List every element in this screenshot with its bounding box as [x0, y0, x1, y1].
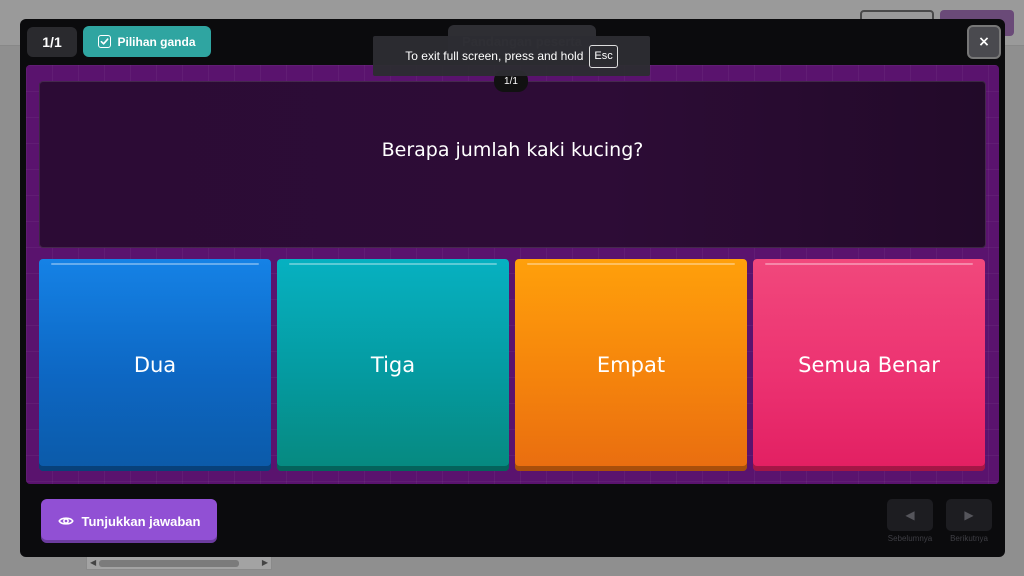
next-icon: ▶	[964, 508, 974, 522]
question-type-badge: Pilihan ganda	[83, 26, 211, 57]
close-button[interactable]: ×	[967, 25, 1001, 59]
close-icon: ×	[978, 34, 990, 50]
question-card: Berapa jumlah kaki kucing?	[39, 81, 986, 248]
scroll-left-icon: ◀	[90, 558, 97, 567]
next-button[interactable]: ▶	[946, 499, 992, 531]
presentation-modal: 1/1 Pilihan ganda Pandangan peserta To e…	[20, 19, 1005, 557]
checkbox-icon	[98, 35, 112, 48]
answer-label: Dua	[133, 353, 177, 377]
show-answer-button[interactable]: Tunjukkan jawaban	[41, 499, 217, 543]
fullscreen-toast-message: To exit full screen, press and hold	[405, 49, 584, 63]
esc-key: Esc	[589, 44, 618, 68]
previous-nav: ◀ Sebelumnya	[882, 499, 938, 543]
previous-icon: ◀	[905, 508, 915, 522]
scroll-right-icon: ▶	[261, 558, 268, 567]
show-answer-label: Tunjukkan jawaban	[81, 513, 201, 529]
next-label: Berikutnya	[950, 534, 988, 543]
quiz-stage: 1/1 Berapa jumlah kaki kucing? Dua Tiga …	[26, 65, 999, 484]
background-scrollbar: ◀ ▶	[86, 556, 272, 570]
next-nav: ▶ Berikutnya	[941, 499, 997, 543]
answer-label: Tiga	[370, 353, 416, 377]
question-type-label: Pilihan ganda	[117, 34, 196, 49]
question-text: Berapa jumlah kaki kucing?	[381, 138, 644, 161]
previous-label: Sebelumnya	[887, 534, 933, 543]
fullscreen-exit-toast: To exit full screen, press and hold Esc	[373, 36, 650, 76]
scrollbar-thumb	[99, 560, 239, 567]
eye-icon	[57, 517, 74, 525]
answer-option-1[interactable]: Dua	[39, 259, 271, 471]
answer-option-2[interactable]: Tiga	[277, 259, 509, 471]
question-counter: 1/1	[27, 27, 77, 57]
previous-button[interactable]: ◀	[887, 499, 933, 531]
answer-option-3[interactable]: Empat	[515, 259, 747, 471]
answer-option-4[interactable]: Semua Benar	[753, 259, 985, 471]
answer-label: Semua Benar	[798, 353, 940, 377]
answer-label: Empat	[596, 353, 666, 377]
